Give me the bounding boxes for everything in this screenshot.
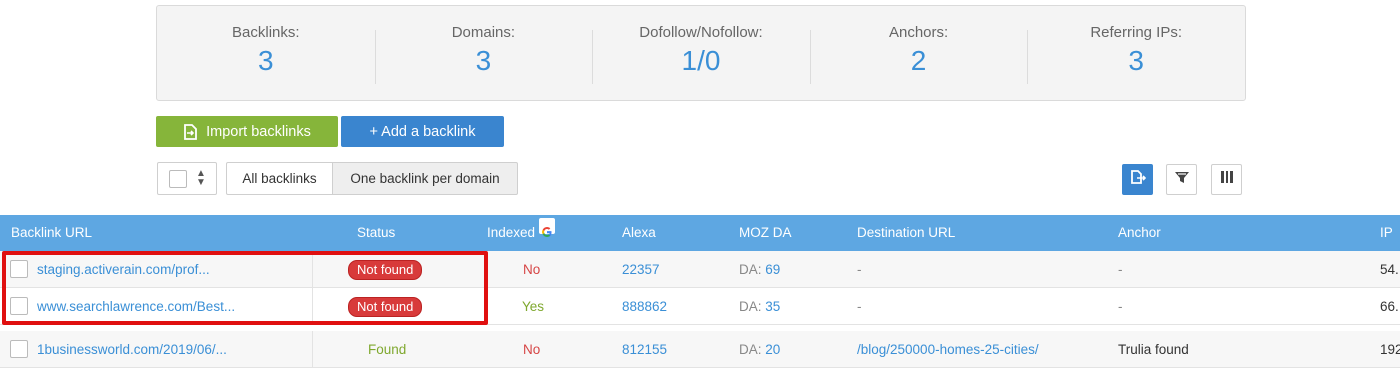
table-header: Backlink URL Status Indexed Alexa MOZ DA… bbox=[0, 215, 1400, 251]
table-row: 1businessworld.com/2019/06/... Found No … bbox=[0, 331, 1400, 368]
sort-arrows-icon: ▲ ▼ bbox=[196, 168, 206, 188]
stat-value: 3 bbox=[258, 45, 274, 76]
destination-url-link[interactable]: /blog/250000-homes-25-cities/ bbox=[857, 331, 1039, 368]
table-row: staging.activerain.com/prof... Not found… bbox=[0, 251, 1400, 288]
anchor-text: Trulia found bbox=[1118, 342, 1189, 357]
moz-da-cell: DA: 69 bbox=[739, 251, 780, 288]
backlink-url-link[interactable]: 1businessworld.com/2019/06/... bbox=[37, 331, 227, 368]
anchor-text: - bbox=[1118, 262, 1123, 277]
status-cell: Not found bbox=[348, 288, 423, 325]
stat-label: Backlinks: bbox=[232, 24, 300, 41]
add-backlink-button[interactable]: + Add a backlink bbox=[341, 116, 504, 147]
stat-label: Domains: bbox=[451, 24, 516, 41]
status-badge: Not found bbox=[348, 297, 423, 317]
header-anchor[interactable]: Anchor bbox=[1118, 215, 1161, 251]
header-alexa[interactable]: Alexa bbox=[622, 215, 656, 251]
stat-label: Anchors: bbox=[888, 24, 949, 41]
backlink-url-link[interactable]: staging.activerain.com/prof... bbox=[37, 251, 210, 288]
indexed-value: No bbox=[523, 342, 541, 357]
column-divider bbox=[312, 288, 313, 325]
alexa-link[interactable]: 888862 bbox=[622, 288, 667, 325]
ip-address: 54. bbox=[1380, 262, 1399, 277]
indexed-value: Yes bbox=[522, 299, 545, 314]
stat-referring-ips: Referring IPs: 3 bbox=[1027, 22, 1245, 84]
add-backlink-label: + Add a backlink bbox=[369, 123, 476, 140]
filter-icon bbox=[1174, 169, 1190, 190]
column-divider bbox=[312, 331, 313, 368]
column-divider bbox=[312, 251, 313, 288]
anchor-text: - bbox=[1118, 299, 1123, 314]
moz-da-cell: DA: 20 bbox=[739, 331, 780, 368]
stat-domains: Domains: 3 bbox=[374, 22, 593, 84]
status-text: Found bbox=[368, 342, 407, 357]
backlink-url-link[interactable]: www.searchlawrence.com/Best... bbox=[37, 288, 235, 325]
export-icon bbox=[1130, 169, 1146, 190]
da-value: 20 bbox=[765, 342, 781, 357]
stat-dofollow-nofollow: Dofollow/Nofollow: 1/0 bbox=[592, 22, 810, 84]
header-ip[interactable]: IP bbox=[1380, 215, 1393, 251]
stat-value: 2 bbox=[910, 45, 927, 76]
stat-anchors: Anchors: 2 bbox=[809, 22, 1028, 84]
stat-value: 3 bbox=[475, 45, 492, 76]
filter-one-per-domain[interactable]: One backlink per domain bbox=[332, 162, 518, 195]
bulk-select-dropdown[interactable]: ▲ ▼ bbox=[157, 162, 217, 195]
alexa-link[interactable]: 22357 bbox=[622, 251, 660, 288]
columns-icon bbox=[1219, 169, 1235, 190]
da-value: 35 bbox=[765, 299, 781, 314]
columns-button[interactable] bbox=[1211, 164, 1242, 195]
filter-button[interactable] bbox=[1166, 164, 1197, 195]
row-checkbox[interactable] bbox=[10, 260, 28, 278]
ip-address: 66. bbox=[1380, 299, 1399, 314]
import-backlinks-label: Import backlinks bbox=[206, 123, 311, 140]
da-label: DA: bbox=[739, 262, 766, 277]
filter-one-per-domain-label: One backlink per domain bbox=[350, 171, 500, 186]
header-indexed[interactable]: Indexed bbox=[487, 215, 556, 251]
table-row: www.searchlawrence.com/Best... Not found… bbox=[0, 288, 1400, 325]
da-value: 69 bbox=[765, 262, 781, 277]
destination-url: - bbox=[857, 299, 862, 314]
filter-all-label: All backlinks bbox=[242, 171, 317, 186]
status-badge: Not found bbox=[348, 260, 423, 280]
filter-all-backlinks[interactable]: All backlinks bbox=[226, 162, 333, 195]
header-indexed-label: Indexed bbox=[487, 225, 536, 240]
destination-url: - bbox=[857, 262, 862, 277]
moz-da-cell: DA: 35 bbox=[739, 288, 780, 325]
da-label: DA: bbox=[739, 342, 766, 357]
header-moz-da[interactable]: MOZ DA bbox=[739, 215, 792, 251]
export-button[interactable] bbox=[1122, 164, 1153, 195]
select-all-checkbox[interactable] bbox=[169, 170, 187, 188]
ip-address: 192 bbox=[1380, 342, 1400, 357]
header-status[interactable]: Status bbox=[357, 215, 395, 251]
stat-label: Dofollow/Nofollow: bbox=[639, 24, 763, 41]
google-icon bbox=[539, 218, 556, 237]
status-cell: Not found bbox=[348, 251, 423, 288]
stat-value: 3 bbox=[1128, 45, 1144, 76]
stats-panel: Backlinks: 3 Domains: 3 Dofollow/Nofollo… bbox=[156, 5, 1246, 101]
da-label: DA: bbox=[739, 299, 766, 314]
stat-value: 1/0 bbox=[681, 45, 721, 76]
import-file-icon bbox=[183, 123, 198, 140]
import-backlinks-button[interactable]: Import backlinks bbox=[156, 116, 338, 147]
row-checkbox[interactable] bbox=[10, 340, 28, 358]
stat-backlinks: Backlinks: 3 bbox=[157, 22, 375, 84]
header-destination-url[interactable]: Destination URL bbox=[857, 215, 955, 251]
indexed-value: No bbox=[523, 262, 541, 277]
stat-label: Referring IPs: bbox=[1090, 24, 1183, 41]
alexa-link[interactable]: 812155 bbox=[622, 331, 667, 368]
row-checkbox[interactable] bbox=[10, 297, 28, 315]
header-backlink-url[interactable]: Backlink URL bbox=[11, 215, 92, 251]
